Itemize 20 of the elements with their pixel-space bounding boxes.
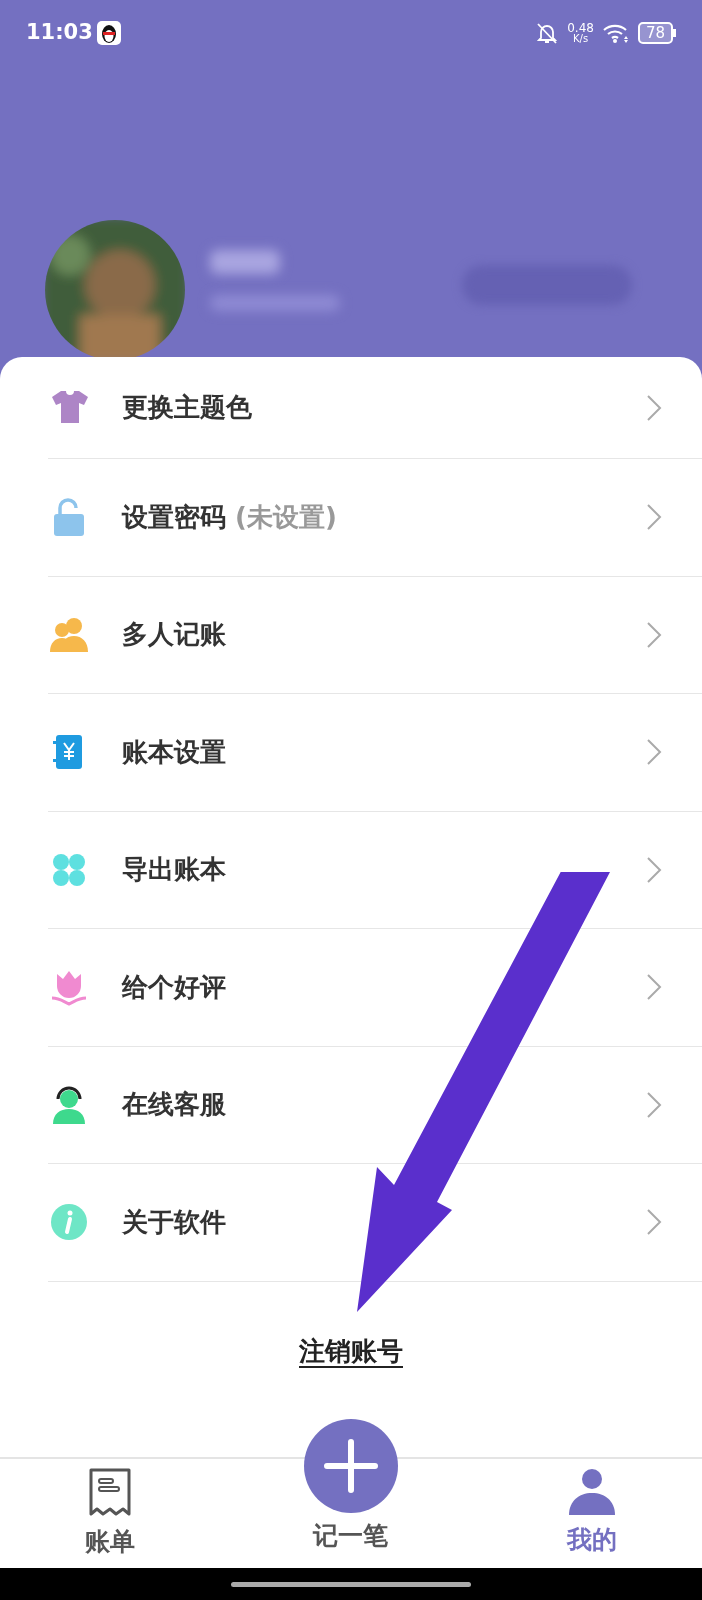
menu-label: 多人记账 [122,618,226,652]
menu-item[interactable]: 账本设置 [48,694,702,812]
logout-link[interactable]: 注销账号 [299,1331,403,1371]
tab-label[interactable]: 账单 [84,1523,135,1561]
menu-item[interactable]: 设置密码 (未设置) [48,459,702,577]
net-speed-unit: K/s [572,33,589,44]
menu-label: 给个好评 [122,970,226,1004]
menu-label: 关于软件 [122,1205,226,1239]
status-time: 11:03 [26,18,93,46]
tab-label[interactable]: 记一笔 [313,1517,389,1555]
menu-label: 账本设置 [122,735,226,769]
menu-item[interactable]: 多人记账 [48,576,702,694]
battery-level: 78 [637,21,673,44]
tab-label[interactable]: 我的 [567,1521,618,1559]
menu-label: 设置密码 (未设置) [122,500,337,534]
net-speed: 0.48 [567,21,594,34]
menu-label: 在线客服 [122,1088,226,1122]
menu-label: 导出账本 [122,853,226,887]
menu-label: 更换主题色 [122,391,252,424]
menu-item[interactable]: 更换主题色 [48,357,702,459]
